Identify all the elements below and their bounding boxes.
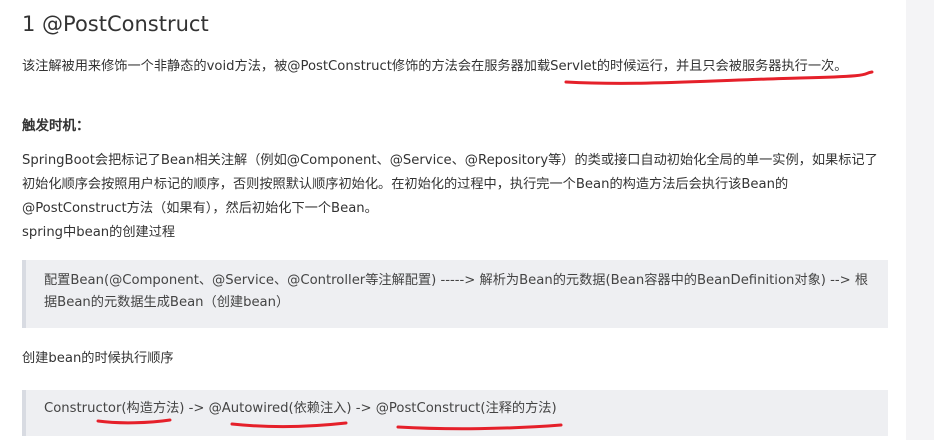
- right-gutter: [906, 0, 934, 440]
- intro-paragraph: 该注解被用来修饰一个非静态的void方法，被@PostConstruct修饰的方…: [22, 59, 848, 74]
- process-label: spring中bean的创建过程: [22, 225, 176, 240]
- trigger-label: 触发时机：: [22, 118, 90, 134]
- process-blockquote: 配置Bean(@Component、@Service、@Controller等注…: [22, 260, 888, 328]
- article-page: 1 @PostConstruct 该注解被用来修饰一个非静态的void方法，被@…: [0, 0, 934, 440]
- trigger-paragraph: SpringBoot会把标记了Bean相关注解（例如@Component、@Se…: [22, 153, 878, 216]
- order-label: 创建bean的时候执行顺序: [22, 351, 174, 366]
- process-quote-text: 配置Bean(@Component、@Service、@Controller等注…: [44, 273, 869, 310]
- order-blockquote: Constructor(构造方法) -> @Autowired(依赖注入) ->…: [22, 390, 888, 436]
- section-heading: 1 @PostConstruct: [22, 12, 209, 36]
- order-quote-text: Constructor(构造方法) -> @Autowired(依赖注入) ->…: [44, 401, 557, 416]
